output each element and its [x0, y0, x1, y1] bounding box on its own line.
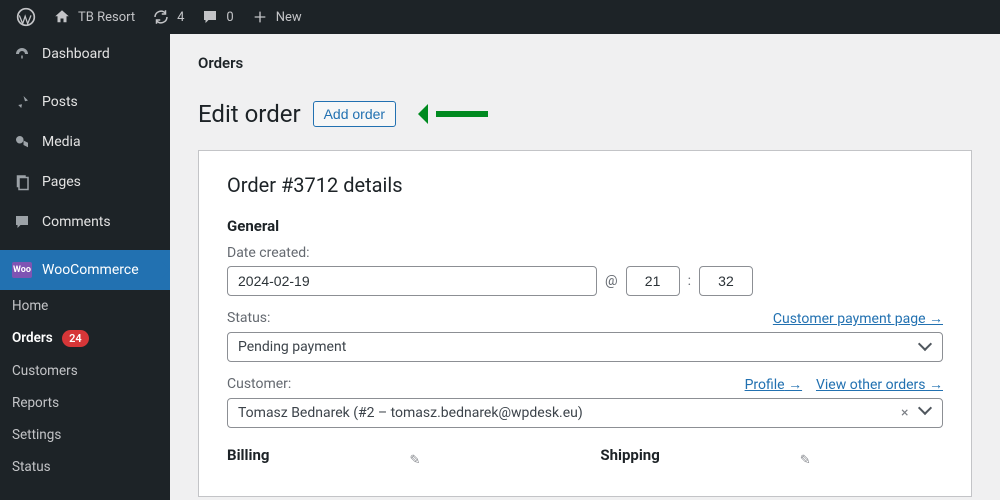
general-section-title: General — [227, 217, 943, 235]
updates-link[interactable]: 4 — [143, 7, 192, 27]
updates-count: 4 — [177, 10, 184, 25]
status-value: Pending payment — [238, 339, 346, 355]
menu-pages[interactable]: Pages — [0, 162, 170, 202]
date-input[interactable] — [227, 266, 597, 296]
profile-link[interactable]: Profile — [745, 377, 803, 393]
chevron-down-icon — [920, 341, 932, 353]
submenu-reports[interactable]: Reports — [0, 387, 170, 419]
menu-label: Pages — [42, 174, 81, 190]
customer-select[interactable]: Tomasz Bednarek (#2 – tomasz.bednarek@wp… — [227, 398, 943, 428]
submenu-customers[interactable]: Customers — [0, 355, 170, 387]
woocommerce-icon: Woo — [12, 260, 32, 280]
menu-label: Posts — [42, 94, 78, 110]
wordpress-icon — [16, 7, 36, 27]
panel-title: Order #3712 details — [227, 173, 943, 197]
wp-logo[interactable] — [8, 7, 44, 27]
breadcrumb: Orders — [198, 54, 972, 72]
menu-woocommerce[interactable]: Woo WooCommerce — [0, 250, 170, 290]
edit-billing-icon[interactable]: ✎ — [409, 453, 420, 468]
pages-icon — [12, 172, 32, 192]
new-link[interactable]: New — [242, 7, 310, 27]
refresh-icon — [151, 7, 171, 27]
menu-label: Comments — [42, 214, 111, 230]
comments-count: 0 — [226, 10, 233, 25]
submenu-label: Orders — [12, 330, 53, 346]
minute-input[interactable] — [699, 266, 753, 296]
shipping-title: Shipping — [600, 446, 659, 464]
customer-value: Tomasz Bednarek (#2 – tomasz.bednarek@wp… — [238, 405, 583, 421]
submenu-home[interactable]: Home — [0, 290, 170, 322]
status-select[interactable]: Pending payment — [227, 332, 943, 362]
menu-posts[interactable]: Posts — [0, 82, 170, 122]
menu-dashboard[interactable]: Dashboard — [0, 34, 170, 74]
submenu-status[interactable]: Status — [0, 451, 170, 483]
page-title: Edit order — [198, 100, 301, 128]
comment-icon — [200, 7, 220, 27]
menu-label: Dashboard — [42, 46, 110, 62]
customer-label: Customer: — [227, 376, 291, 393]
date-label: Date created: — [227, 245, 943, 261]
menu-comments[interactable]: Comments — [0, 202, 170, 242]
menu-media[interactable]: Media — [0, 122, 170, 162]
menu-label: WooCommerce — [42, 262, 139, 278]
new-label: New — [276, 10, 302, 25]
view-orders-link[interactable]: View other orders — [816, 377, 943, 393]
clear-customer-icon[interactable]: × — [901, 405, 908, 421]
chevron-down-icon — [920, 405, 932, 417]
add-order-button[interactable]: Add order — [313, 101, 396, 127]
billing-title: Billing — [227, 446, 269, 464]
pin-icon — [12, 92, 32, 112]
submenu-orders[interactable]: Orders 24 — [0, 322, 170, 355]
hour-input[interactable] — [626, 266, 680, 296]
comments-link[interactable]: 0 — [192, 7, 241, 27]
plus-icon — [250, 7, 270, 27]
site-link[interactable]: TB Resort — [44, 7, 143, 27]
comment-icon — [12, 212, 32, 232]
time-colon: : — [688, 273, 691, 289]
home-icon — [52, 7, 72, 27]
edit-shipping-icon[interactable]: ✎ — [800, 453, 811, 468]
site-name: TB Resort — [78, 10, 135, 25]
submenu-settings[interactable]: Settings — [0, 419, 170, 451]
status-label: Status: — [227, 310, 270, 327]
payment-page-link[interactable]: Customer payment page — [773, 310, 943, 327]
dashboard-icon — [12, 44, 32, 64]
annotation-arrow — [418, 107, 488, 121]
at-symbol: @ — [605, 273, 618, 289]
order-details-panel: Order #3712 details General Date created… — [198, 150, 972, 497]
menu-label: Media — [42, 134, 81, 150]
media-icon — [12, 132, 32, 152]
orders-badge: 24 — [62, 330, 89, 347]
